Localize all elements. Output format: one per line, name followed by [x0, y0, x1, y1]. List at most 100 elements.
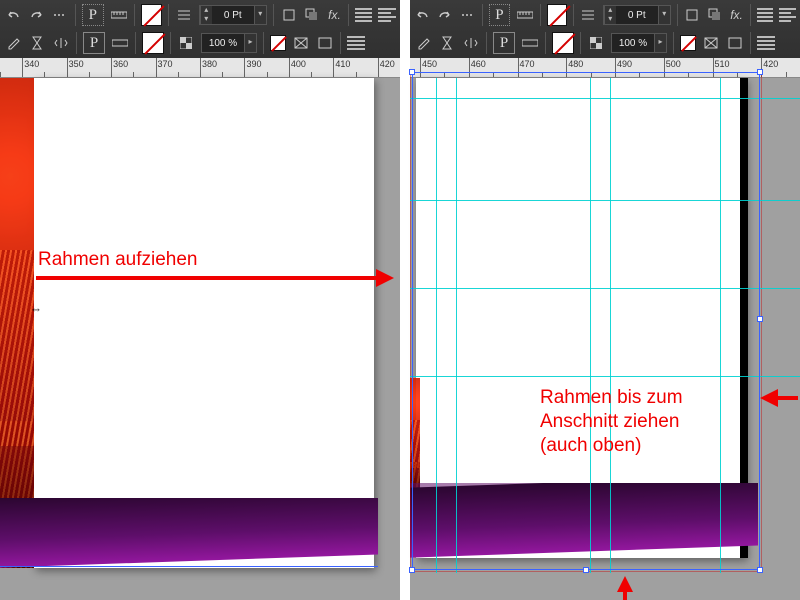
- paragraph-align2-icon[interactable]: [779, 8, 796, 22]
- annotation-arrowhead-right-v: [617, 576, 633, 592]
- stroke-weight-input[interactable]: [212, 10, 254, 21]
- separator: [135, 32, 136, 54]
- selected-frame[interactable]: [412, 72, 760, 570]
- separator: [580, 32, 581, 54]
- selection-handle[interactable]: [409, 69, 415, 75]
- annotation-arrowhead-left: [376, 269, 394, 287]
- ruler-tick-label: 490: [617, 59, 632, 69]
- frame-fit-icon[interactable]: [292, 34, 310, 52]
- separator: [170, 32, 171, 54]
- char-style-icon-2[interactable]: P: [493, 32, 515, 54]
- separator: [573, 4, 574, 26]
- annotation-right: Rahmen bis zum Anschnitt ziehen (auch ob…: [540, 386, 683, 457]
- canvas-right[interactable]: Rahmen bis zum Anschnitt ziehen (auch ob…: [410, 78, 800, 600]
- corner-square-icon[interactable]: [280, 6, 298, 24]
- redo-icon[interactable]: [437, 6, 454, 24]
- dropshadow-icon[interactable]: [303, 6, 321, 24]
- spinner[interactable]: ▴▾: [604, 6, 616, 24]
- frame-fit2-icon[interactable]: [316, 34, 334, 52]
- dropdown-icon[interactable]: ▾: [254, 6, 266, 24]
- editor-panel-right: P ▴▾ ▾ fx. P: [410, 0, 800, 600]
- separator: [134, 4, 135, 26]
- ruler-mini-icon[interactable]: [516, 6, 534, 24]
- undo-icon[interactable]: [4, 6, 22, 24]
- selection-handle[interactable]: [757, 567, 763, 573]
- selection-handle[interactable]: [583, 567, 589, 573]
- ruler-mini-icon-2[interactable]: [521, 34, 539, 52]
- separator: [75, 4, 76, 26]
- hourglass-icon[interactable]: [438, 34, 456, 52]
- separator: [540, 4, 541, 26]
- stroke-none-swatch[interactable]: [552, 32, 574, 54]
- dropshadow-icon[interactable]: [706, 6, 723, 24]
- stroke-none-swatch[interactable]: [142, 32, 164, 54]
- photo-edge: [0, 78, 34, 568]
- spinner[interactable]: ▴▾: [200, 6, 212, 24]
- dropdown-icon[interactable]: ▸: [654, 34, 666, 52]
- ruler-tick-label: 450: [422, 59, 437, 69]
- selection-handle[interactable]: [757, 69, 763, 75]
- stroke-weight-field[interactable]: ▴▾ ▾: [199, 5, 267, 25]
- frame-fit-icon[interactable]: [702, 34, 720, 52]
- annotation-arrow-left: [36, 276, 376, 280]
- separator: [482, 4, 483, 26]
- mirror-icon[interactable]: [52, 34, 70, 52]
- dropper-icon[interactable]: [414, 34, 432, 52]
- ruler-tick-label: 400: [291, 59, 306, 69]
- toolbar-row-2: P ▸: [4, 30, 396, 56]
- annotation-arrowhead-right-h: [760, 389, 778, 407]
- redo-icon[interactable]: [28, 6, 46, 24]
- dashed-icon[interactable]: [460, 6, 477, 24]
- mirror-icon[interactable]: [462, 34, 480, 52]
- canvas-left[interactable]: Rahmen aufziehen ⇔: [0, 78, 400, 600]
- opacity-input[interactable]: [202, 38, 244, 49]
- horizontal-ruler-left[interactable]: 340350360370380390400410420: [0, 58, 400, 78]
- paragraph-align2-icon[interactable]: [378, 8, 396, 22]
- ruler-tick-label: 420: [763, 59, 778, 69]
- dropdown-icon[interactable]: ▾: [658, 6, 670, 24]
- ruler-mini-icon-2[interactable]: [111, 34, 129, 52]
- selection-handle[interactable]: [757, 316, 763, 322]
- fx-label[interactable]: fx.: [729, 6, 744, 24]
- hourglass-icon[interactable]: [28, 34, 46, 52]
- stroke-weight-input[interactable]: [616, 10, 658, 21]
- dropper-icon[interactable]: [4, 34, 22, 52]
- char-style-icon-2[interactable]: P: [83, 32, 105, 54]
- annotation-right-line3: (auch oben): [540, 434, 683, 458]
- ruler-tick-label: 500: [666, 59, 681, 69]
- paragraph-align3-icon[interactable]: [757, 36, 775, 50]
- toolbar-row-1: P ▴▾ ▾ fx.: [414, 2, 796, 28]
- annotation-right-line1: Rahmen bis zum: [540, 386, 683, 410]
- corner-square-icon[interactable]: [684, 6, 701, 24]
- stroke-weight-field[interactable]: ▴▾ ▾: [603, 5, 671, 25]
- ruler-tick-label: 510: [715, 59, 730, 69]
- dashed-icon[interactable]: [51, 6, 69, 24]
- fill-none-swatch[interactable]: [141, 4, 163, 26]
- small-none-swatch[interactable]: [270, 35, 286, 51]
- opacity-field[interactable]: ▸: [611, 33, 667, 53]
- ruler-tick-label: 340: [24, 59, 39, 69]
- paragraph-align3-icon[interactable]: [347, 36, 365, 50]
- fx-label[interactable]: fx.: [327, 6, 342, 24]
- document-page[interactable]: [34, 78, 374, 568]
- separator: [545, 32, 546, 54]
- ruler-mini-icon[interactable]: [110, 6, 128, 24]
- paragraph-align-icon[interactable]: [355, 8, 373, 22]
- char-style-icon[interactable]: P: [82, 4, 104, 26]
- fill-none-swatch[interactable]: [547, 4, 567, 26]
- paragraph-align-icon[interactable]: [757, 8, 774, 22]
- toolbar-row-1: P ▴▾ ▾ fx.: [4, 2, 396, 28]
- percent-icon: [587, 34, 605, 52]
- char-style-icon[interactable]: P: [489, 4, 509, 26]
- separator: [677, 4, 678, 26]
- small-none-swatch[interactable]: [680, 35, 696, 51]
- resize-cursor-icon: ⇔: [30, 302, 42, 316]
- undo-icon[interactable]: [414, 6, 431, 24]
- ruler-tick-label: 350: [69, 59, 84, 69]
- opacity-input[interactable]: [612, 38, 654, 49]
- opacity-field[interactable]: ▸: [201, 33, 257, 53]
- selection-handle[interactable]: [409, 567, 415, 573]
- editor-panel-left: P ▴▾ ▾ fx.: [0, 0, 400, 600]
- dropdown-icon[interactable]: ▸: [244, 34, 256, 52]
- frame-fit2-icon[interactable]: [726, 34, 744, 52]
